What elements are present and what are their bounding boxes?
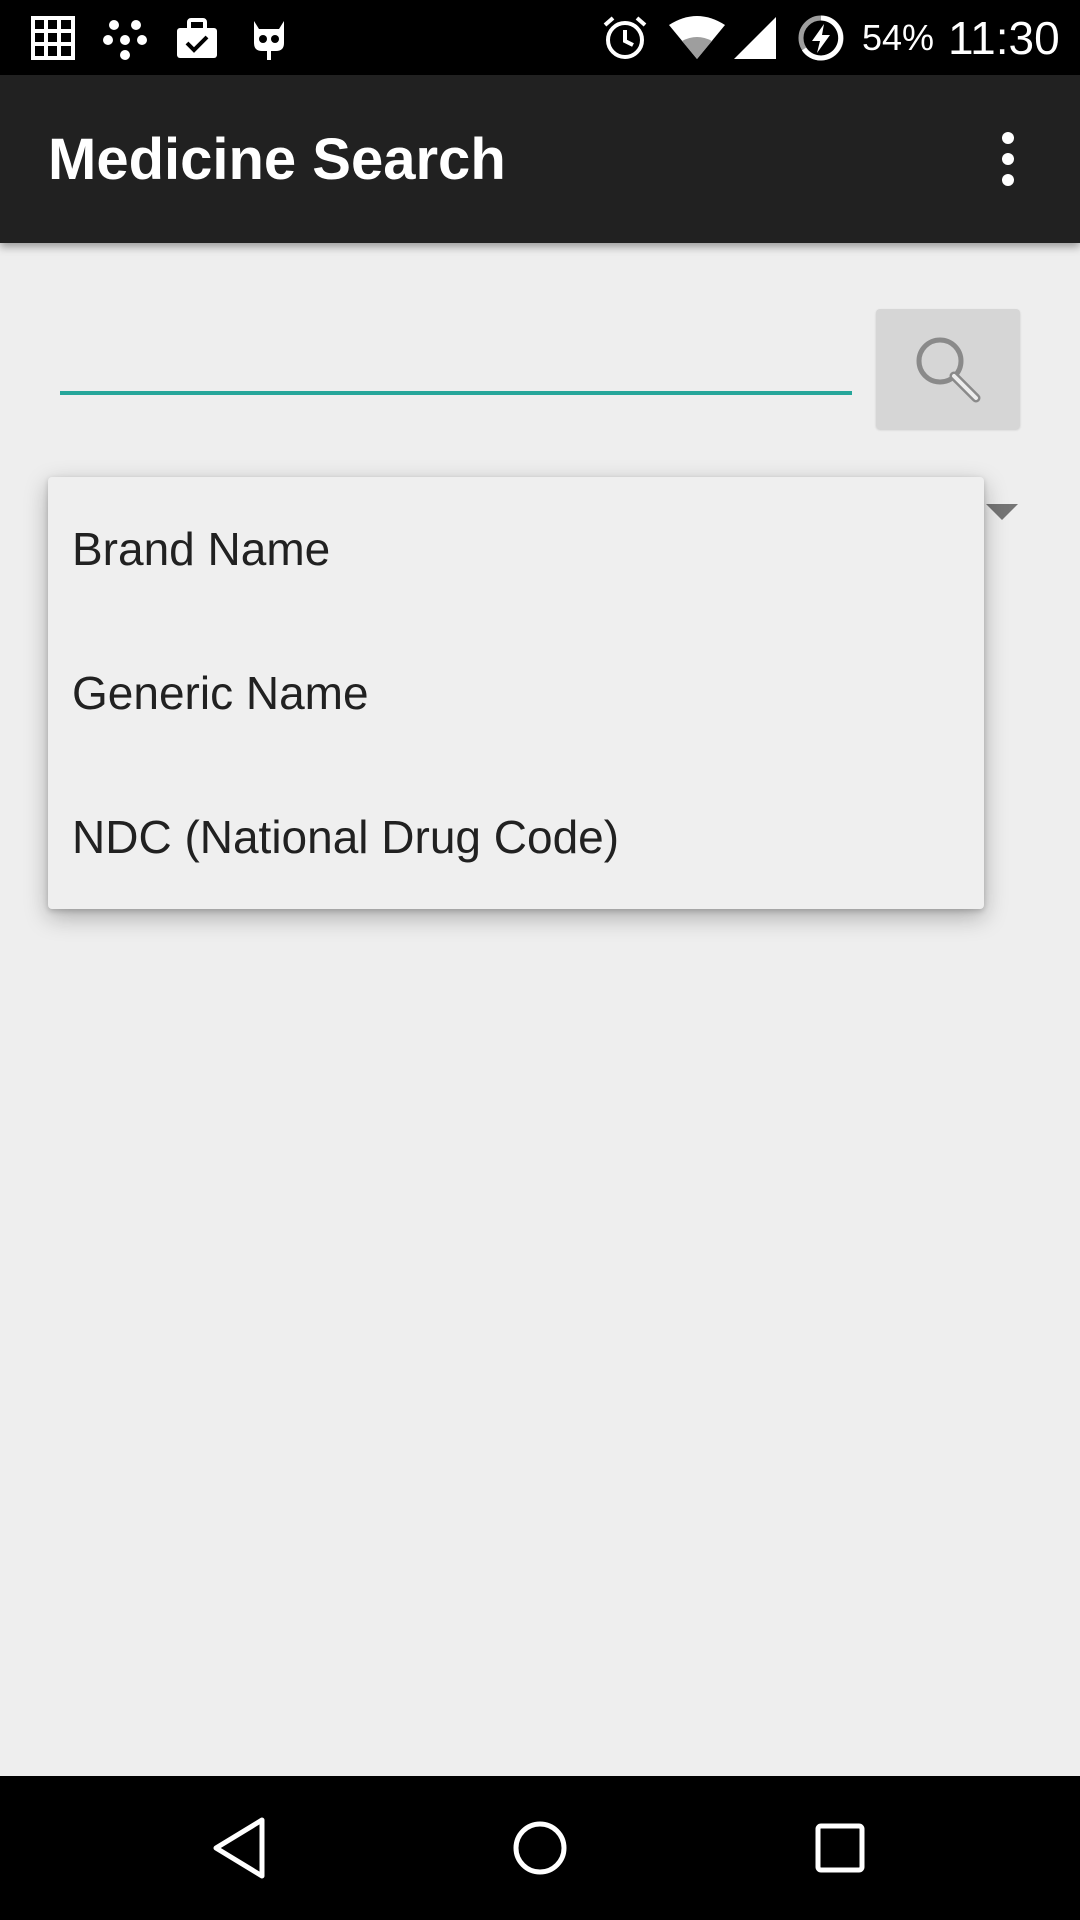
wifi-icon bbox=[668, 13, 726, 63]
recents-icon[interactable] bbox=[800, 1808, 880, 1888]
search-type-dropdown: Brand Name Generic Name NDC (National Dr… bbox=[48, 477, 984, 909]
home-icon[interactable] bbox=[500, 1808, 580, 1888]
back-icon[interactable] bbox=[200, 1808, 280, 1888]
app-bar: Medicine Search bbox=[0, 75, 1080, 243]
battery-charging-icon bbox=[796, 13, 846, 63]
briefcase-check-icon bbox=[172, 13, 222, 63]
app-title: Medicine Search bbox=[48, 127, 506, 192]
cyanogen-icon bbox=[244, 13, 294, 63]
signal-icon bbox=[730, 13, 780, 63]
dropdown-item-generic-name[interactable]: Generic Name bbox=[48, 621, 984, 765]
dropdown-arrow-icon[interactable] bbox=[986, 504, 1018, 520]
dropdown-item-brand-name[interactable]: Brand Name bbox=[48, 477, 984, 621]
alarm-icon bbox=[600, 13, 650, 63]
overflow-menu-icon[interactable] bbox=[976, 115, 1040, 203]
overflow-dot bbox=[1002, 132, 1014, 144]
main-content: Brand Name Generic Name NDC (National Dr… bbox=[0, 243, 1080, 1776]
dots-icon bbox=[100, 13, 150, 63]
dropdown-item-ndc[interactable]: NDC (National Drug Code) bbox=[48, 765, 984, 909]
overflow-dot bbox=[1002, 174, 1014, 186]
search-icon bbox=[916, 337, 981, 403]
grid-icon bbox=[28, 13, 78, 63]
search-button[interactable] bbox=[876, 309, 1020, 429]
navigation-bar bbox=[0, 1776, 1080, 1920]
battery-percent: 54% bbox=[862, 17, 935, 58]
status-bar: 54% 11:30 bbox=[0, 0, 1080, 75]
clock: 11:30 bbox=[948, 12, 1060, 64]
overflow-dot bbox=[1002, 153, 1014, 165]
search-input[interactable] bbox=[60, 299, 852, 395]
